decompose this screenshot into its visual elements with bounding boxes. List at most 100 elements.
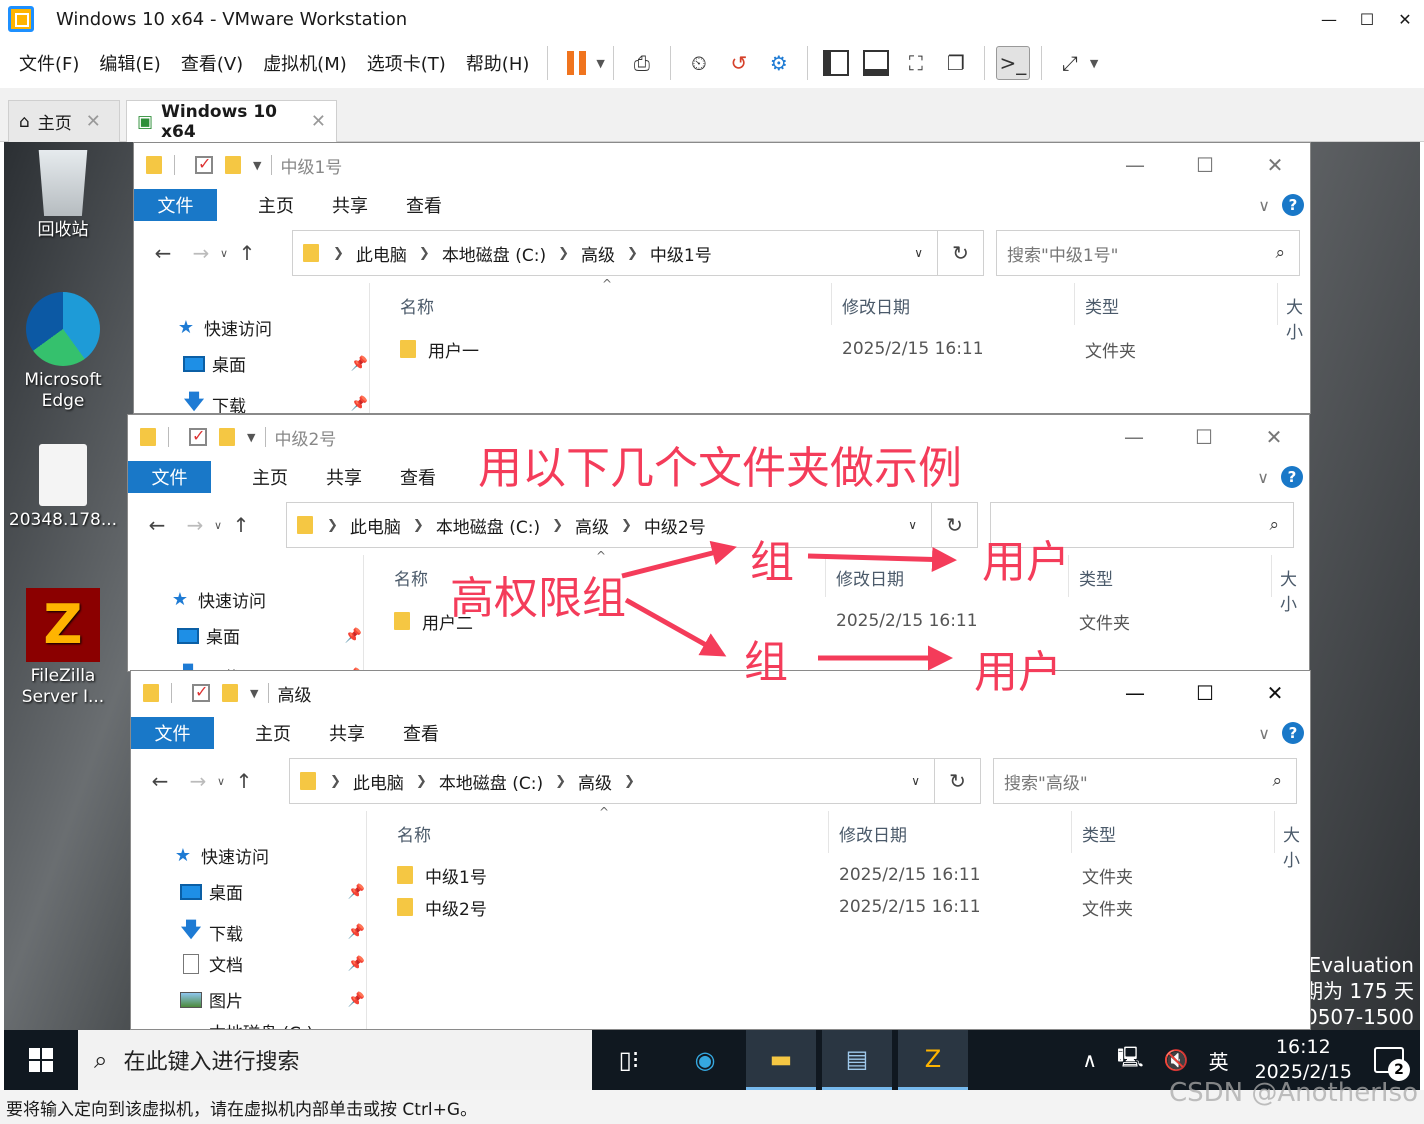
close-button[interactable]: ✕ xyxy=(1240,143,1310,187)
task-view-icon[interactable]: ▯⁝ xyxy=(594,1030,664,1090)
nav-item-desktop[interactable]: 桌面 📌 xyxy=(179,879,369,904)
server-manager-icon[interactable]: ▤ xyxy=(822,1030,892,1090)
up-icon[interactable]: ↑ xyxy=(225,769,263,793)
new-folder-icon[interactable] xyxy=(225,156,241,174)
menu-edit[interactable]: 编辑(E) xyxy=(99,50,160,76)
tab-windows10[interactable]: ▣ Windows 10 x64 ✕ xyxy=(126,100,337,142)
breadcrumb-item[interactable]: 此电脑 xyxy=(353,769,404,794)
nav-item-documents[interactable]: 文档 📌 xyxy=(179,951,369,976)
pause-dropdown-icon[interactable]: ▼ xyxy=(596,57,604,70)
explorer-window-advanced[interactable]: ▼ 高级 —☐✕ 文件 主页 共享 查看 ∨ ? ← → ∨ ↑ ❯ 此电脑❯ … xyxy=(130,670,1311,1030)
nav-item-quick-access[interactable]: ★ 快速访问 xyxy=(168,587,358,612)
ribbon-share-tab[interactable]: 共享 xyxy=(332,192,368,218)
column-date[interactable]: 修改日期 xyxy=(839,821,907,846)
up-icon[interactable]: ↑ xyxy=(228,241,266,265)
terminal-icon[interactable]: >_ xyxy=(995,46,1030,80)
qat-dropdown-icon[interactable]: ▼ xyxy=(250,687,258,700)
stretch-dropdown-icon[interactable]: ▼ xyxy=(1090,57,1098,70)
snapshot-manager-icon[interactable]: ⚙ xyxy=(762,46,796,80)
close-icon[interactable]: ✕ xyxy=(86,111,101,132)
breadcrumb-item[interactable]: 高级 xyxy=(578,769,612,794)
unity-icon[interactable]: ❐ xyxy=(939,46,973,80)
back-icon[interactable]: ← xyxy=(144,241,182,265)
help-icon[interactable]: ? xyxy=(1282,194,1304,216)
address-dropdown-icon[interactable]: ∨ xyxy=(914,246,923,260)
start-button[interactable] xyxy=(4,1030,78,1090)
snapshot-icon[interactable]: ⏲ xyxy=(682,46,716,80)
chevron-up-icon[interactable]: ∧ xyxy=(1082,1048,1097,1072)
address-bar[interactable]: ❯ 此电脑 ❯ 本地磁盘 (C:) ❯ 高级 ❯ 中级1号 ∨ xyxy=(292,230,938,276)
ribbon-file-tab[interactable]: 文件 xyxy=(128,461,211,493)
menu-view[interactable]: 查看(V) xyxy=(181,50,243,76)
maximize-button[interactable]: ☐ xyxy=(1348,0,1386,38)
table-row[interactable]: 中级2号 2025/2/15 16:11 文件夹 xyxy=(397,893,1297,921)
console-view-icon[interactable] xyxy=(859,46,893,80)
pause-icon[interactable] xyxy=(559,46,593,80)
close-button[interactable]: ✕ xyxy=(1240,671,1310,715)
back-icon[interactable]: ← xyxy=(138,513,176,537)
edge-icon[interactable]: ◉ xyxy=(670,1030,740,1090)
minimize-button[interactable]: — xyxy=(1310,0,1348,38)
revert-snapshot-icon[interactable]: ↺ xyxy=(722,46,756,80)
breadcrumb-item[interactable]: 中级2号 xyxy=(644,513,706,538)
file-explorer-icon[interactable]: ▬ xyxy=(746,1030,816,1090)
ribbon-expand-icon[interactable]: ∨ xyxy=(1257,468,1269,487)
desktop-icon-recycle-bin[interactable]: 回收站 xyxy=(8,150,118,241)
tab-home[interactable]: ⌂ 主页 ✕ xyxy=(8,100,120,142)
library-view-icon[interactable] xyxy=(819,46,853,80)
new-folder-icon[interactable] xyxy=(219,428,235,446)
search-input[interactable]: 搜索"中级1号" ⌕ xyxy=(996,230,1300,276)
column-type[interactable]: 类型 xyxy=(1085,293,1119,318)
column-name[interactable]: 名称 xyxy=(397,821,431,846)
desktop-icon-iso[interactable]: 20348.178... xyxy=(8,444,118,531)
refresh-icon[interactable]: ↻ xyxy=(932,502,978,548)
column-date[interactable]: 修改日期 xyxy=(842,293,910,318)
address-dropdown-icon[interactable]: ∨ xyxy=(908,518,917,532)
help-icon[interactable]: ? xyxy=(1282,722,1304,744)
ribbon-share-tab[interactable]: 共享 xyxy=(329,720,365,746)
filezilla-icon[interactable]: Z xyxy=(898,1030,968,1090)
nav-item-quick-access[interactable]: ★ 快速访问 xyxy=(174,315,364,340)
ribbon-view-tab[interactable]: 查看 xyxy=(400,464,436,490)
column-type[interactable]: 类型 xyxy=(1079,565,1113,590)
search-input[interactable]: 搜索"高级" ⌕ xyxy=(993,758,1297,804)
ribbon-view-tab[interactable]: 查看 xyxy=(403,720,439,746)
nav-item-quick-access[interactable]: ★ 快速访问 xyxy=(171,843,361,868)
desktop-icon-filezilla[interactable]: Z FileZilla Server I... xyxy=(8,588,118,709)
address-bar[interactable]: ❯ 此电脑 ❯ 本地磁盘 (C:) ❯ 高级 ❯ 中级2号 ∨ xyxy=(286,502,932,548)
ribbon-share-tab[interactable]: 共享 xyxy=(326,464,362,490)
forward-icon[interactable]: → xyxy=(182,241,220,265)
refresh-icon[interactable]: ↻ xyxy=(938,230,984,276)
volume-muted-icon[interactable]: 🔇 xyxy=(1164,1048,1189,1072)
send-ctrl-alt-del-icon[interactable]: ⎙ xyxy=(625,46,659,80)
address-bar[interactable]: ❯ 此电脑 ❯ 本地磁盘 (C:) ❯ 高级 ❯ ∨ xyxy=(289,758,935,804)
properties-icon[interactable] xyxy=(195,154,213,174)
close-icon[interactable]: ✕ xyxy=(311,111,326,132)
nav-item-drive-c[interactable]: ▭ 本地磁盘 (C:) xyxy=(179,1019,369,1030)
ribbon-home-tab[interactable]: 主页 xyxy=(258,192,294,218)
column-date[interactable]: 修改日期 xyxy=(836,565,904,590)
breadcrumb-item[interactable]: 本地磁盘 (C:) xyxy=(439,769,543,794)
nav-item-downloads[interactable]: 🡇 下载 📌 xyxy=(182,387,372,413)
network-icon[interactable]: 🖳 xyxy=(1117,1043,1144,1077)
ribbon-home-tab[interactable]: 主页 xyxy=(255,720,291,746)
menu-vm[interactable]: 虚拟机(M) xyxy=(263,50,347,76)
recent-locations-icon[interactable]: ∨ xyxy=(220,247,228,260)
table-row[interactable]: 中级1号 2025/2/15 16:11 文件夹 xyxy=(397,861,1297,889)
ribbon-expand-icon[interactable]: ∨ xyxy=(1258,724,1270,743)
stretch-guest-icon[interactable]: ⤢ xyxy=(1053,46,1087,80)
breadcrumb-item[interactable]: 本地磁盘 (C:) xyxy=(442,241,546,266)
breadcrumb-item[interactable]: 本地磁盘 (C:) xyxy=(436,513,540,538)
breadcrumb-item[interactable]: 高级 xyxy=(581,241,615,266)
breadcrumb-item[interactable]: 高级 xyxy=(575,513,609,538)
ribbon-home-tab[interactable]: 主页 xyxy=(252,464,288,490)
ribbon-file-tab[interactable]: 文件 xyxy=(134,189,217,221)
qat-dropdown-icon[interactable]: ▼ xyxy=(253,159,261,172)
new-folder-icon[interactable] xyxy=(222,684,238,702)
breadcrumb-item[interactable]: 中级1号 xyxy=(650,241,712,266)
maximize-button[interactable]: ☐ xyxy=(1170,671,1240,715)
menu-tabs[interactable]: 选项卡(T) xyxy=(367,50,446,76)
close-button[interactable]: ✕ xyxy=(1239,415,1309,459)
ribbon-view-tab[interactable]: 查看 xyxy=(406,192,442,218)
properties-icon[interactable] xyxy=(192,682,210,702)
